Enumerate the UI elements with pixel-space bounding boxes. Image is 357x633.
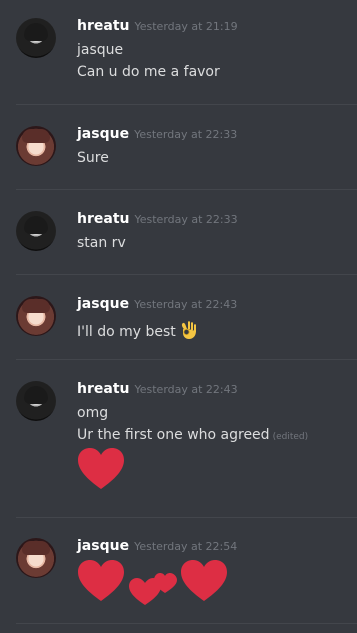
avatar[interactable] [16, 18, 56, 58]
message-line: Ur the first one who agreed (edited) [77, 427, 308, 443]
message-text: Sure [77, 150, 109, 166]
divider [16, 104, 357, 105]
message-header: hreatu Yesterday at 22:43 [77, 378, 238, 397]
divider [16, 359, 357, 360]
divider [16, 274, 357, 275]
message-text: jasque [77, 42, 124, 58]
message-header: jasque Yesterday at 22:54 [77, 535, 237, 554]
message-header: jasque Yesterday at 22:43 [77, 293, 237, 312]
username[interactable]: hreatu [77, 381, 129, 397]
avatar[interactable] [16, 126, 56, 166]
red-heart-emoji [77, 559, 125, 603]
message-text: Ur the first one who agreed [77, 427, 270, 443]
divider [16, 623, 357, 624]
avatar[interactable] [16, 296, 56, 336]
two-hearts-emoji [128, 572, 178, 606]
username[interactable]: hreatu [77, 18, 129, 34]
divider [16, 189, 357, 190]
timestamp: Yesterday at 22:54 [134, 540, 238, 553]
edited-label: (edited) [272, 432, 309, 442]
message-header: hreatu Yesterday at 21:19 [77, 15, 238, 34]
timestamp: Yesterday at 22:43 [134, 298, 238, 311]
username[interactable]: jasque [77, 538, 129, 554]
red-heart-emoji [180, 559, 228, 603]
avatar[interactable] [16, 381, 56, 421]
avatar[interactable] [16, 538, 56, 578]
username[interactable]: jasque [77, 126, 129, 142]
message-text: Can u do me a favor [77, 64, 220, 80]
message-text: stan rv [77, 235, 126, 251]
username[interactable]: jasque [77, 296, 129, 312]
avatar[interactable] [16, 211, 56, 251]
red-heart-emoji [77, 447, 125, 491]
message-header: jasque Yesterday at 22:33 [77, 123, 237, 142]
ok-hand-emoji [179, 320, 197, 344]
timestamp: Yesterday at 22:33 [134, 128, 238, 141]
divider [16, 517, 357, 518]
timestamp: Yesterday at 21:19 [134, 20, 238, 33]
timestamp: Yesterday at 22:43 [134, 383, 238, 396]
username[interactable]: hreatu [77, 211, 129, 227]
message-text: I'll do my best [77, 324, 176, 340]
timestamp: Yesterday at 22:33 [134, 213, 238, 226]
message-line: I'll do my best [77, 320, 197, 344]
message-text: omg [77, 405, 109, 421]
message-header: hreatu Yesterday at 22:33 [77, 208, 238, 227]
